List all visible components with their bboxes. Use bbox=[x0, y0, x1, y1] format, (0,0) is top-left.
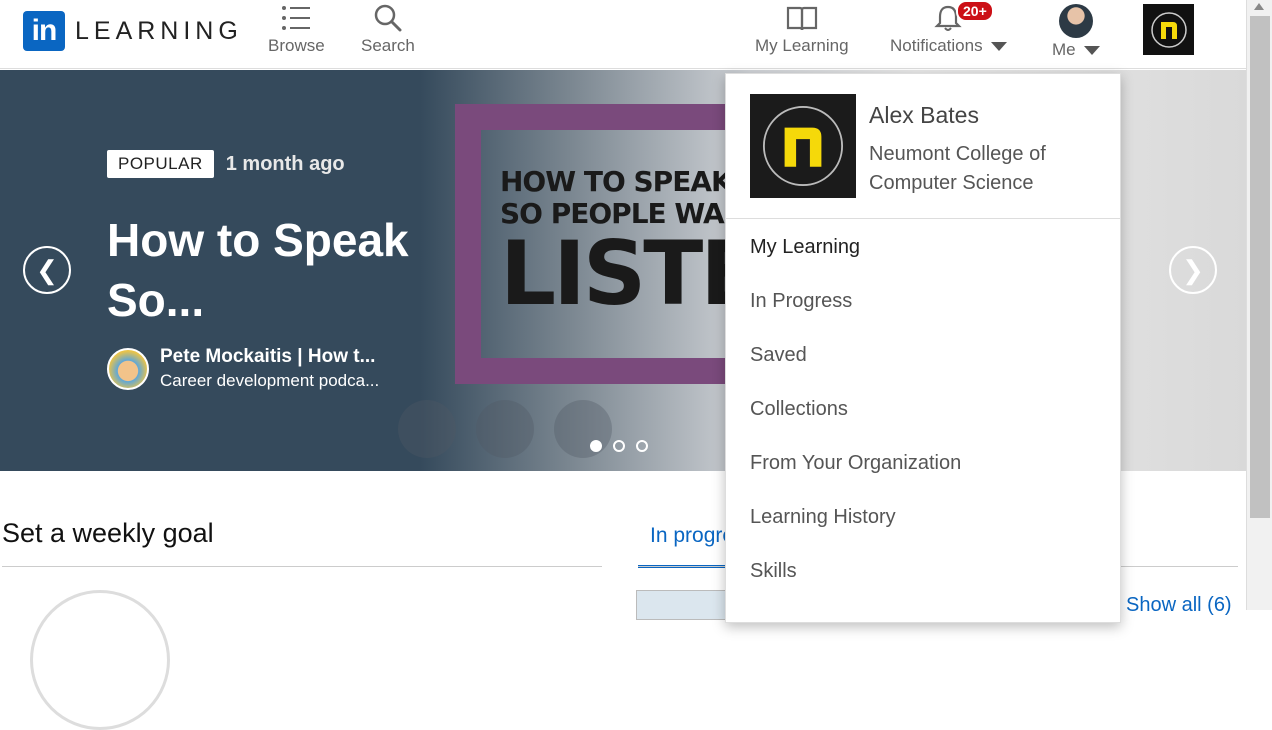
nav-browse[interactable]: Browse bbox=[268, 4, 325, 56]
list-icon bbox=[282, 6, 311, 30]
menu-item-in-progress[interactable]: In Progress bbox=[750, 290, 852, 313]
nav-search-label: Search bbox=[361, 36, 415, 55]
nav-my-learning[interactable]: My Learning bbox=[755, 4, 849, 56]
author-name: Pete Mockaitis | How t... bbox=[160, 346, 376, 367]
chevron-right-icon: ❯ bbox=[1182, 254, 1204, 285]
notification-count-badge: 20+ bbox=[956, 0, 994, 22]
organization-logo bbox=[750, 94, 856, 198]
menu-item-saved[interactable]: Saved bbox=[750, 344, 807, 367]
organization-logo[interactable] bbox=[1143, 4, 1194, 55]
profile-summary[interactable]: Alex Bates Neumont College of Computer S… bbox=[726, 74, 1120, 219]
published-age: 1 month ago bbox=[225, 152, 345, 175]
divider bbox=[2, 566, 602, 567]
nav-notifications[interactable]: 20+ Notifications bbox=[890, 0, 1007, 56]
search-icon bbox=[374, 4, 402, 32]
show-all-link[interactable]: Show all (6) bbox=[1126, 594, 1232, 617]
nav-my-learning-label: My Learning bbox=[755, 36, 849, 55]
menu-item-collections[interactable]: Collections bbox=[750, 398, 848, 421]
nav-me-label: Me bbox=[1052, 40, 1076, 59]
carousel-next-button[interactable]: ❯ bbox=[1169, 246, 1217, 294]
menu-item-learning-history[interactable]: Learning History bbox=[750, 506, 896, 529]
carousel-prev-button[interactable]: ❮ bbox=[23, 246, 71, 294]
carousel-dot[interactable] bbox=[590, 440, 602, 452]
book-icon bbox=[786, 6, 817, 31]
avatar bbox=[1058, 4, 1093, 38]
nav-notifications-label: Notifications bbox=[890, 36, 983, 55]
weekly-goal-heading: Set a weekly goal bbox=[2, 518, 214, 548]
author-subtitle: Career development podca... bbox=[160, 371, 380, 390]
decorative-circle bbox=[398, 400, 456, 458]
top-navigation: in LEARNING Browse Search My Learning 20… bbox=[0, 0, 1246, 69]
neumont-logo-icon bbox=[762, 105, 844, 187]
nav-browse-label: Browse bbox=[268, 36, 325, 55]
nav-search[interactable]: Search bbox=[361, 4, 415, 56]
course-thumbnail[interactable] bbox=[636, 590, 726, 620]
decorative-circle bbox=[476, 400, 534, 458]
scroll-up-arrow-icon[interactable] bbox=[1254, 3, 1264, 10]
nav-me[interactable]: Me bbox=[1052, 4, 1100, 60]
author-info[interactable]: Pete Mockaitis | How t... Career develop… bbox=[107, 346, 379, 391]
chevron-down-icon bbox=[1083, 45, 1100, 55]
scrollbar-thumb[interactable] bbox=[1250, 16, 1270, 518]
neumont-logo-icon bbox=[1150, 11, 1187, 48]
logo-text: LEARNING bbox=[75, 16, 243, 45]
tab-in-progress[interactable]: In progress bbox=[638, 514, 738, 568]
chevron-left-icon: ❮ bbox=[36, 254, 58, 285]
organization-name: Neumont College of Computer Science bbox=[869, 143, 1046, 194]
menu-item-from-your-organization[interactable]: From Your Organization bbox=[750, 452, 961, 475]
page-scrollbar[interactable] bbox=[1246, 0, 1272, 610]
goal-progress-ring bbox=[30, 590, 170, 730]
me-dropdown-menu: Alex Bates Neumont College of Computer S… bbox=[725, 73, 1121, 623]
menu-item-skills[interactable]: Skills bbox=[750, 560, 797, 583]
carousel-dot[interactable] bbox=[636, 440, 648, 452]
carousel-dot[interactable] bbox=[613, 440, 625, 452]
author-avatar bbox=[107, 347, 149, 390]
featured-course-title[interactable]: How to Speak So... bbox=[107, 210, 427, 330]
linkedin-learning-logo[interactable]: in LEARNING bbox=[23, 11, 243, 51]
chevron-down-icon bbox=[990, 41, 1007, 51]
popular-badge: POPULAR bbox=[107, 150, 214, 178]
user-name: Alex Bates bbox=[869, 102, 979, 128]
carousel-indicators bbox=[590, 440, 659, 452]
menu-item-my-learning[interactable]: My Learning bbox=[750, 236, 860, 259]
course-image-text: HOW TO SPEAK SO PEOPLE WA LISTE bbox=[500, 165, 760, 325]
linkedin-logo-icon: in bbox=[23, 11, 65, 51]
